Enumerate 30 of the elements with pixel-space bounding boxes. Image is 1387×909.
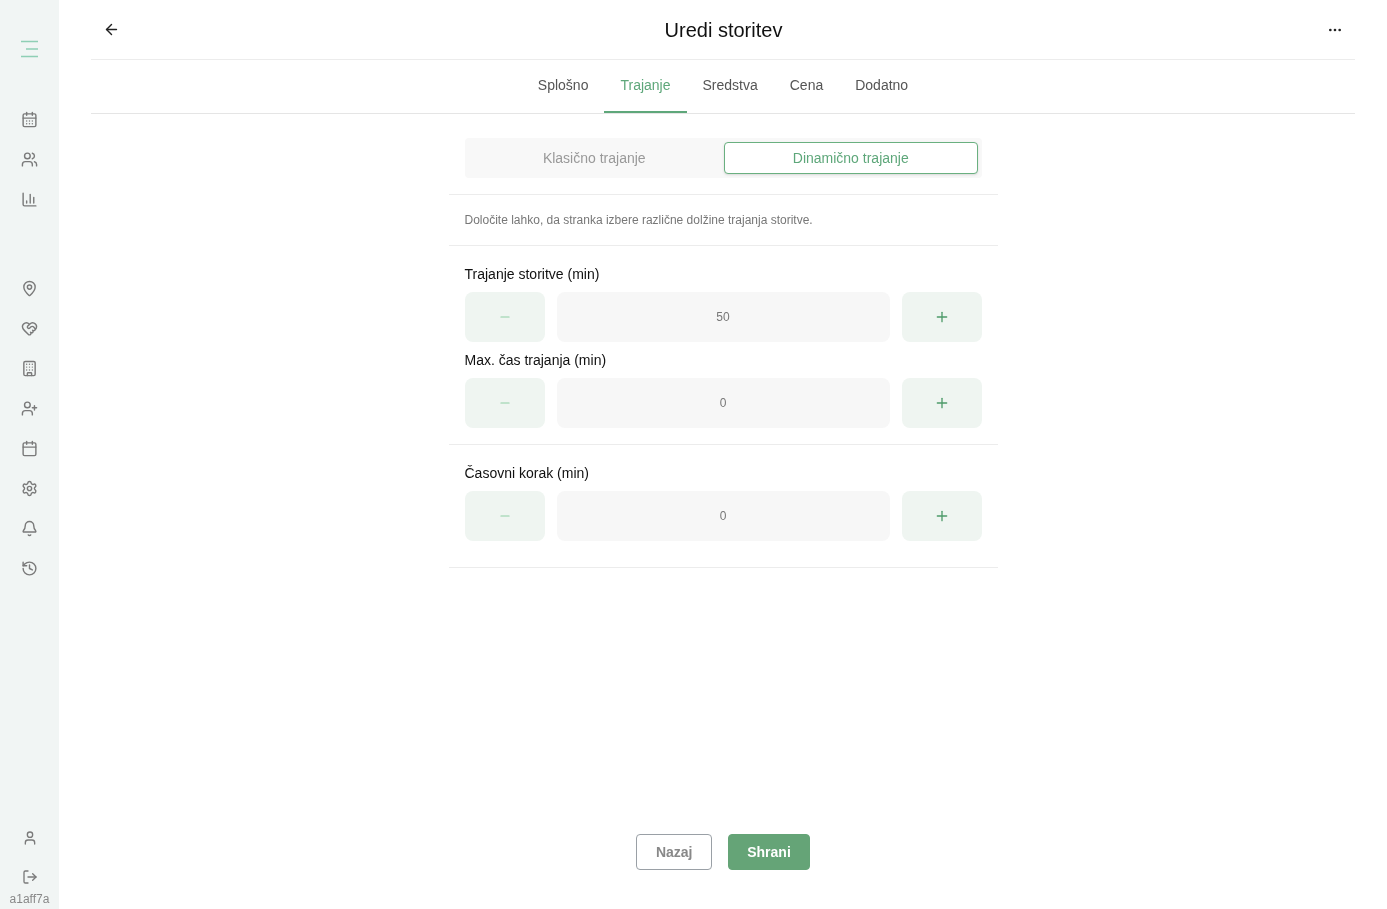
mode-option[interactable]: Klasično trajanje [468, 142, 720, 174]
calendar-icon[interactable] [21, 440, 38, 457]
number-input[interactable]: 0 [556, 491, 890, 541]
tab[interactable]: Splošno [521, 60, 605, 113]
heart-handshake-icon[interactable] [21, 320, 38, 337]
tab[interactable]: Sredstva [686, 60, 774, 113]
number-input[interactable]: 0 [556, 378, 890, 428]
bell-icon[interactable] [21, 520, 38, 537]
map-pin-icon[interactable] [21, 280, 38, 297]
save-button[interactable]: Shrani [728, 834, 810, 870]
building-icon[interactable] [21, 360, 38, 377]
user-plus-icon[interactable] [21, 400, 38, 417]
page-title: Uredi storitev [664, 17, 783, 43]
mode-option[interactable]: Dinamično trajanje [724, 142, 978, 174]
history-icon[interactable] [21, 560, 38, 577]
tab[interactable]: Dodatno [839, 60, 925, 113]
description-text: Določite lahko, da stranka izbere različne dolžine trajanja storitve. [464, 212, 814, 229]
number-input[interactable]: 50 [556, 292, 890, 342]
logout-icon[interactable] [21, 869, 38, 885]
tab[interactable]: Cena [773, 60, 840, 113]
settings-icon[interactable] [21, 480, 38, 497]
calendar-icon[interactable] [21, 111, 38, 128]
users-icon[interactable] [21, 151, 38, 168]
back-button[interactable]: Nazaj [636, 834, 713, 870]
version-label: a1aff7a [9, 891, 50, 908]
field-label: Časovni korak (min) [464, 464, 590, 483]
tab[interactable]: Trajanje [604, 60, 687, 113]
field-label: Trajanje storitve (min) [464, 265, 601, 284]
bar-chart-icon[interactable] [21, 191, 38, 208]
field-label: Max. čas trajanja (min) [464, 351, 608, 370]
